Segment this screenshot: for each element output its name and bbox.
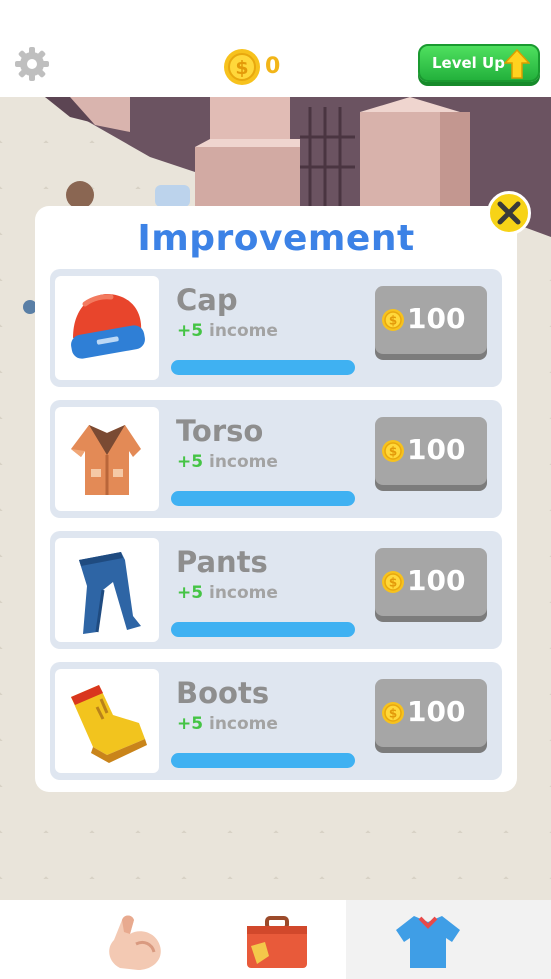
svg-text:$: $ <box>389 576 397 590</box>
panel-title: Improvement <box>137 218 415 259</box>
bonus-value: +5 <box>177 321 204 341</box>
item-name: Torso <box>176 414 264 448</box>
svg-text:$: $ <box>235 57 248 79</box>
item-bonus: +5 income <box>177 452 278 472</box>
upgrade-progress-bar <box>171 360 355 375</box>
buy-button[interactable]: $ 100 <box>375 417 487 485</box>
item-card-cap: Cap +5 income $ 100 <box>50 269 502 387</box>
svg-text:$: $ <box>389 707 397 721</box>
bonus-value: +5 <box>177 452 204 472</box>
buy-button[interactable]: $ 100 <box>375 286 487 354</box>
item-thumbnail <box>55 407 159 511</box>
bonus-text: income <box>209 714 278 734</box>
svg-text:$: $ <box>389 314 397 328</box>
bonus-value: +5 <box>177 714 204 734</box>
coin-count: 0 <box>265 54 281 79</box>
level-up-label: Level Up <box>432 54 505 72</box>
bottom-nav <box>0 900 551 979</box>
coin-icon: $ <box>223 48 261 86</box>
tab-business[interactable] <box>183 900 346 979</box>
price-label: 100 <box>407 564 466 597</box>
level-up-button[interactable]: Level Up <box>418 44 540 82</box>
upgrade-progress-bar <box>171 491 355 506</box>
item-card-pants: Pants +5 income $ 100 <box>50 531 502 649</box>
item-card-torso: Torso +5 income $ 100 <box>50 400 502 518</box>
item-bonus: +5 income <box>177 321 278 341</box>
svg-text:$: $ <box>389 445 397 459</box>
bonus-text: income <box>209 583 278 603</box>
coin-icon: $ <box>381 701 405 725</box>
upgrade-progress-bar <box>171 622 355 637</box>
close-button[interactable] <box>487 191 531 235</box>
item-thumbnail <box>55 276 159 380</box>
price-label: 100 <box>407 302 466 335</box>
buy-button[interactable]: $ 100 <box>375 548 487 616</box>
bonus-text: income <box>209 321 278 341</box>
buy-button[interactable]: $ 100 <box>375 679 487 747</box>
item-card-boots: Boots +5 income $ 100 <box>50 662 502 780</box>
shirt-icon <box>396 916 460 968</box>
up-arrow-icon <box>503 48 531 79</box>
item-name: Boots <box>176 676 270 710</box>
bonus-text: income <box>209 452 278 472</box>
item-bonus: +5 income <box>177 714 278 734</box>
item-thumbnail <box>55 538 159 642</box>
tab-clothing[interactable] <box>346 900 551 979</box>
item-thumbnail <box>55 669 159 773</box>
coin-icon: $ <box>381 308 405 332</box>
gear-icon[interactable] <box>12 44 52 84</box>
item-bonus: +5 income <box>177 583 278 603</box>
top-hud: $ 0 Level Up <box>0 0 551 97</box>
muscle-arm-icon <box>109 915 161 970</box>
upgrade-progress-bar <box>171 753 355 768</box>
bonus-value: +5 <box>177 583 204 603</box>
item-name: Cap <box>176 283 238 317</box>
item-name: Pants <box>176 545 268 579</box>
improvement-panel: Improvement Cap +5 income $ 100 Torso +5… <box>35 206 517 792</box>
price-label: 100 <box>407 433 466 466</box>
suitcase-icon <box>247 916 307 968</box>
coin-icon: $ <box>381 439 405 463</box>
tab-strength[interactable] <box>0 900 183 979</box>
coin-icon: $ <box>381 570 405 594</box>
close-icon <box>497 201 521 225</box>
price-label: 100 <box>407 695 466 728</box>
